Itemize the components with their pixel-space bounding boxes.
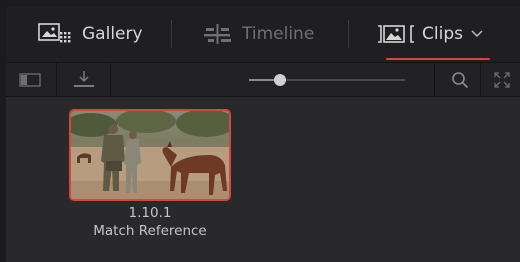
import-button[interactable]: [64, 63, 104, 96]
clip-thumbnail: [71, 111, 229, 199]
clip-item[interactable]: 1.10.1 Match Reference: [69, 109, 231, 240]
fullscreen-button[interactable]: [482, 63, 520, 96]
fullscreen-icon: [494, 71, 510, 88]
timeline-icon: [204, 24, 231, 44]
gallery-icon: [38, 23, 71, 43]
tab-clips[interactable]: Clips: [376, 6, 484, 62]
tab-divider: [348, 20, 349, 48]
clip-thumbnail-frame[interactable]: [69, 109, 231, 201]
tab-timeline[interactable]: Timeline: [204, 6, 314, 62]
gallery-panel: Gallery Timeline Clips 1.10.1 Match Refe…: [6, 6, 520, 262]
sidebar-toggle-button[interactable]: [10, 63, 50, 96]
toolbar-divider: [56, 63, 57, 96]
toolbar-divider: [110, 63, 111, 96]
search-icon: [452, 71, 469, 88]
chevron-down-icon[interactable]: [470, 29, 484, 39]
zoom-slider-handle[interactable]: [274, 74, 287, 86]
tab-gallery[interactable]: Gallery: [38, 6, 143, 62]
import-icon: [74, 70, 94, 87]
clips-grid: 1.10.1 Match Reference: [6, 97, 520, 262]
clip-number: 1.10.1: [128, 205, 172, 221]
tab-gallery-label: Gallery: [82, 24, 143, 44]
tab-divider: [171, 20, 172, 48]
tab-clips-label: Clips: [422, 24, 463, 44]
clips-icon: [378, 25, 414, 43]
clip-name: Match Reference: [93, 223, 207, 239]
toolbar-divider: [480, 63, 481, 96]
toolbar-divider: [434, 63, 435, 96]
search-button[interactable]: [440, 63, 480, 96]
tab-bar: Gallery Timeline Clips: [6, 6, 520, 63]
sidebar-toggle-icon: [19, 72, 41, 87]
tab-timeline-label: Timeline: [242, 24, 315, 44]
active-tab-indicator: [386, 58, 490, 60]
toolbar: [6, 63, 520, 97]
